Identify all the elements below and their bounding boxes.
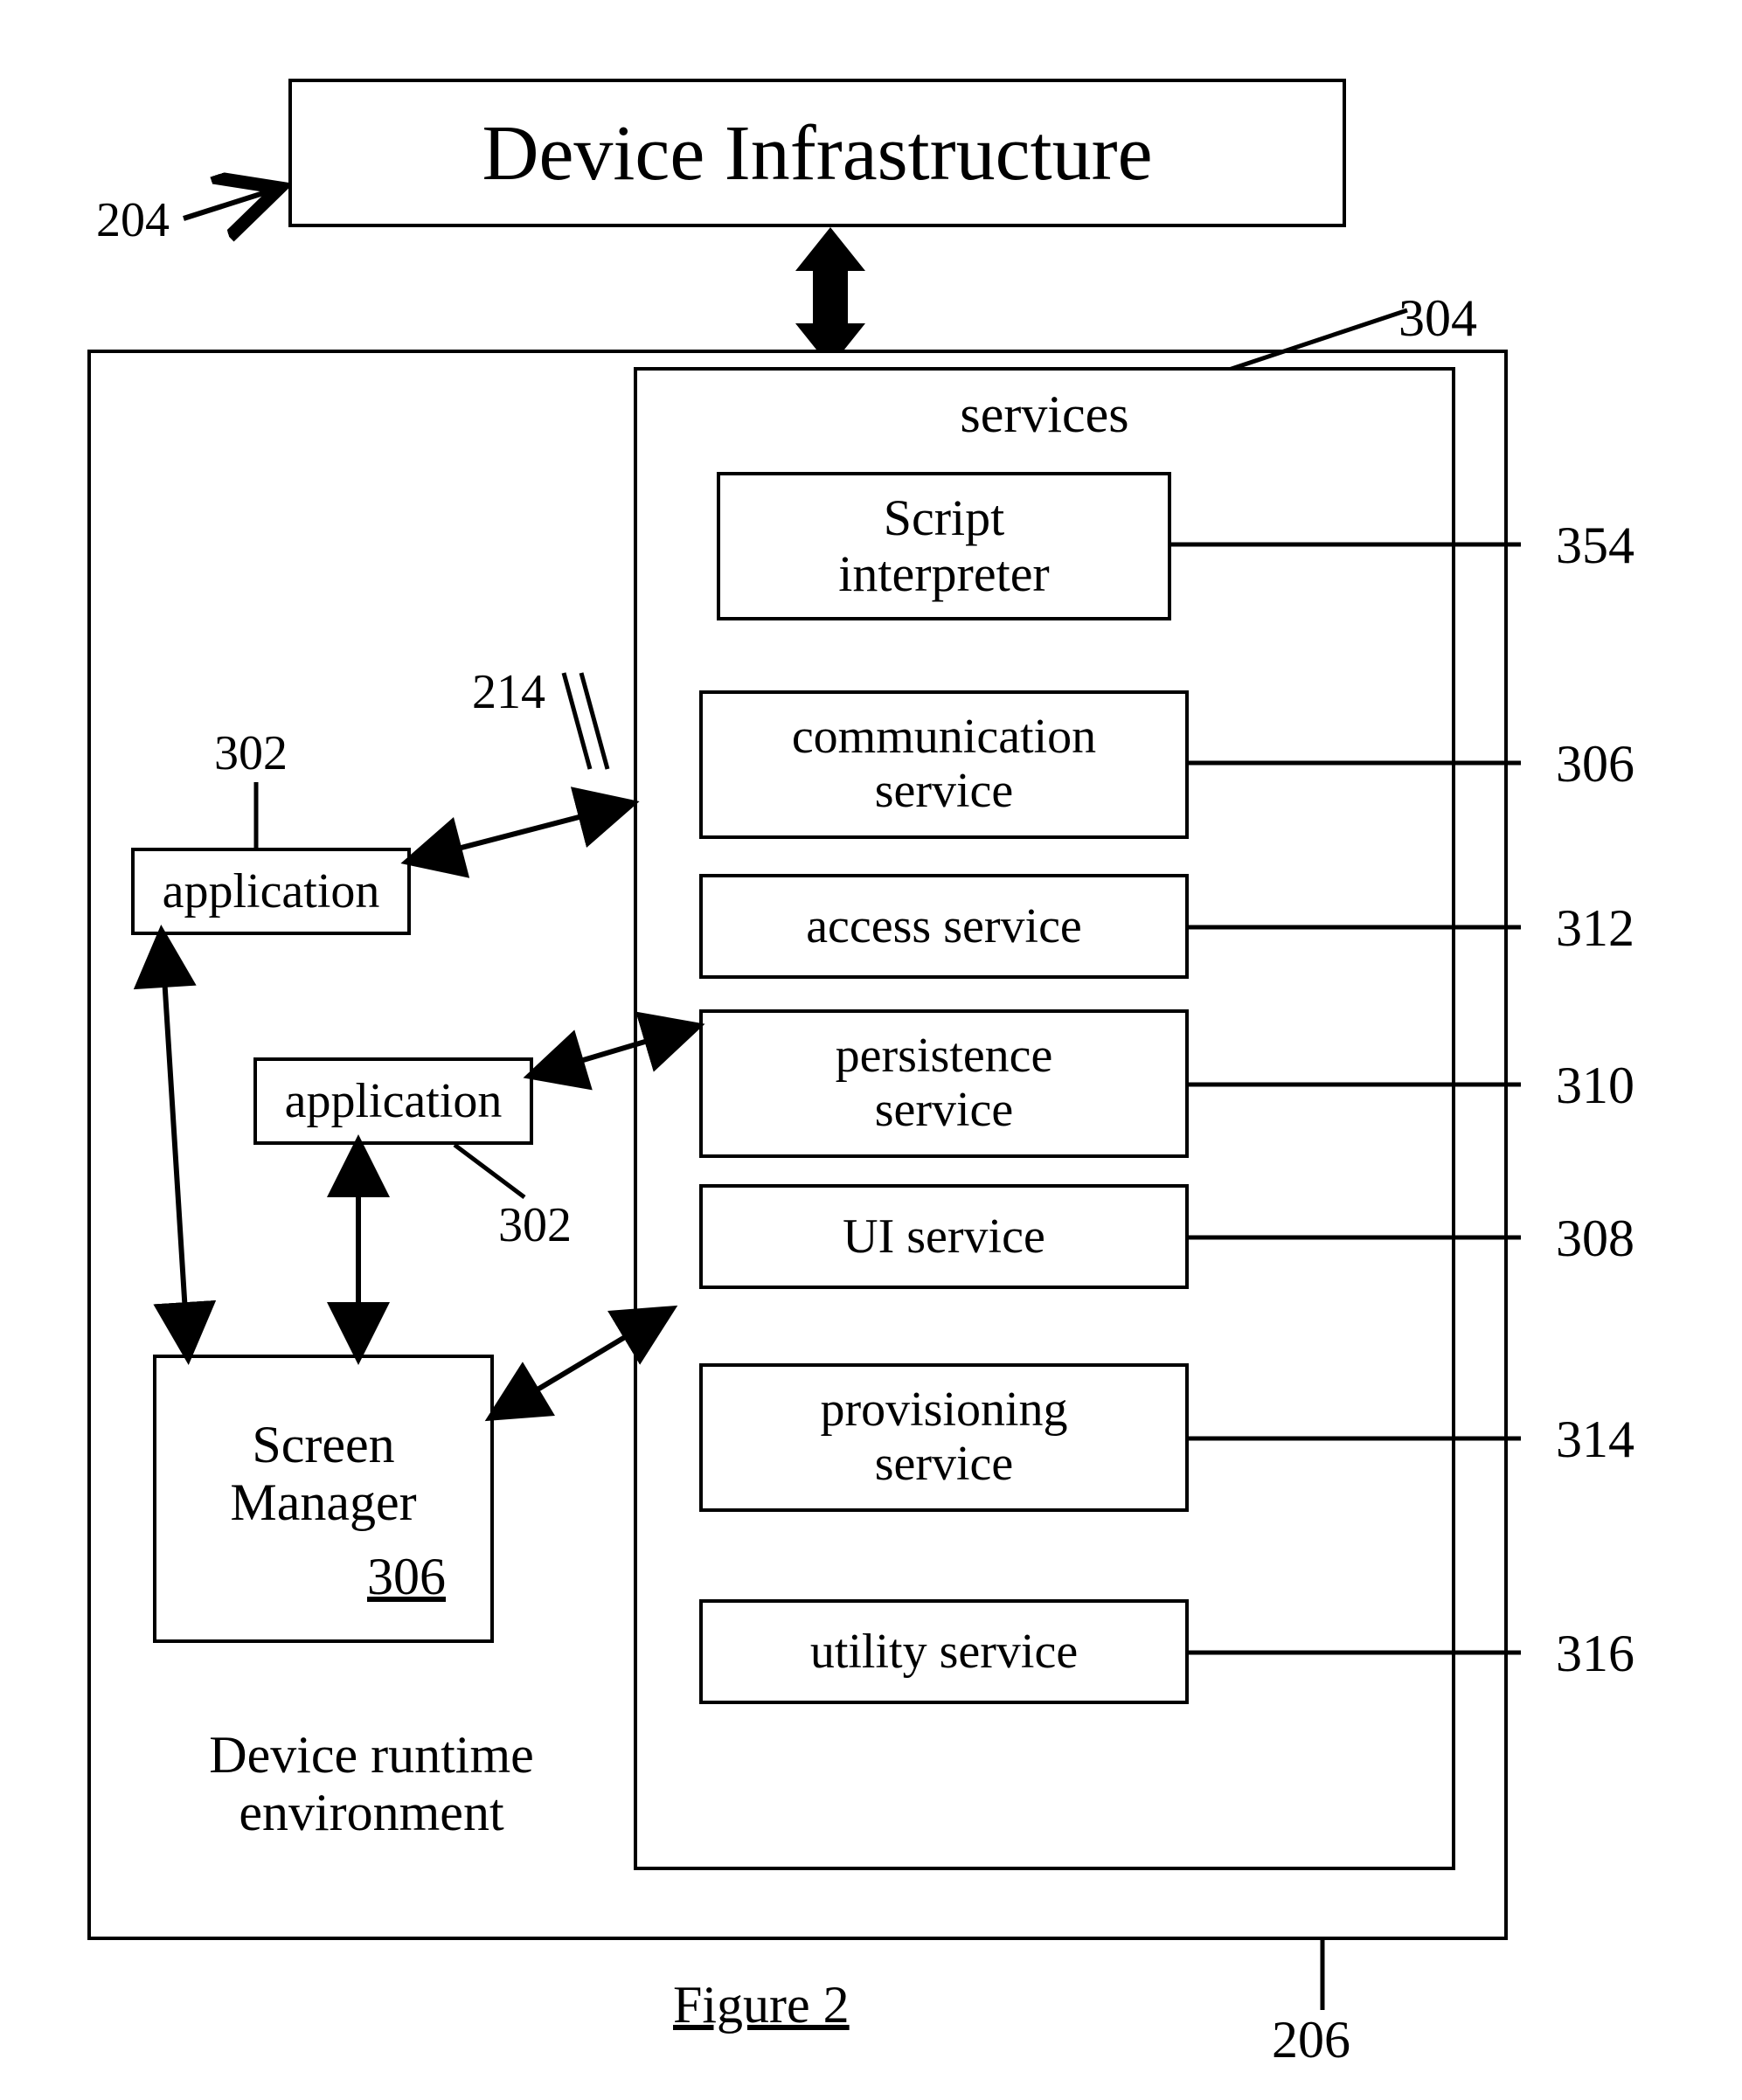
diagram-canvas: Device Infrastructure 204 304 services S… xyxy=(0,0,1742,2100)
connectors-layer xyxy=(0,0,1742,2100)
